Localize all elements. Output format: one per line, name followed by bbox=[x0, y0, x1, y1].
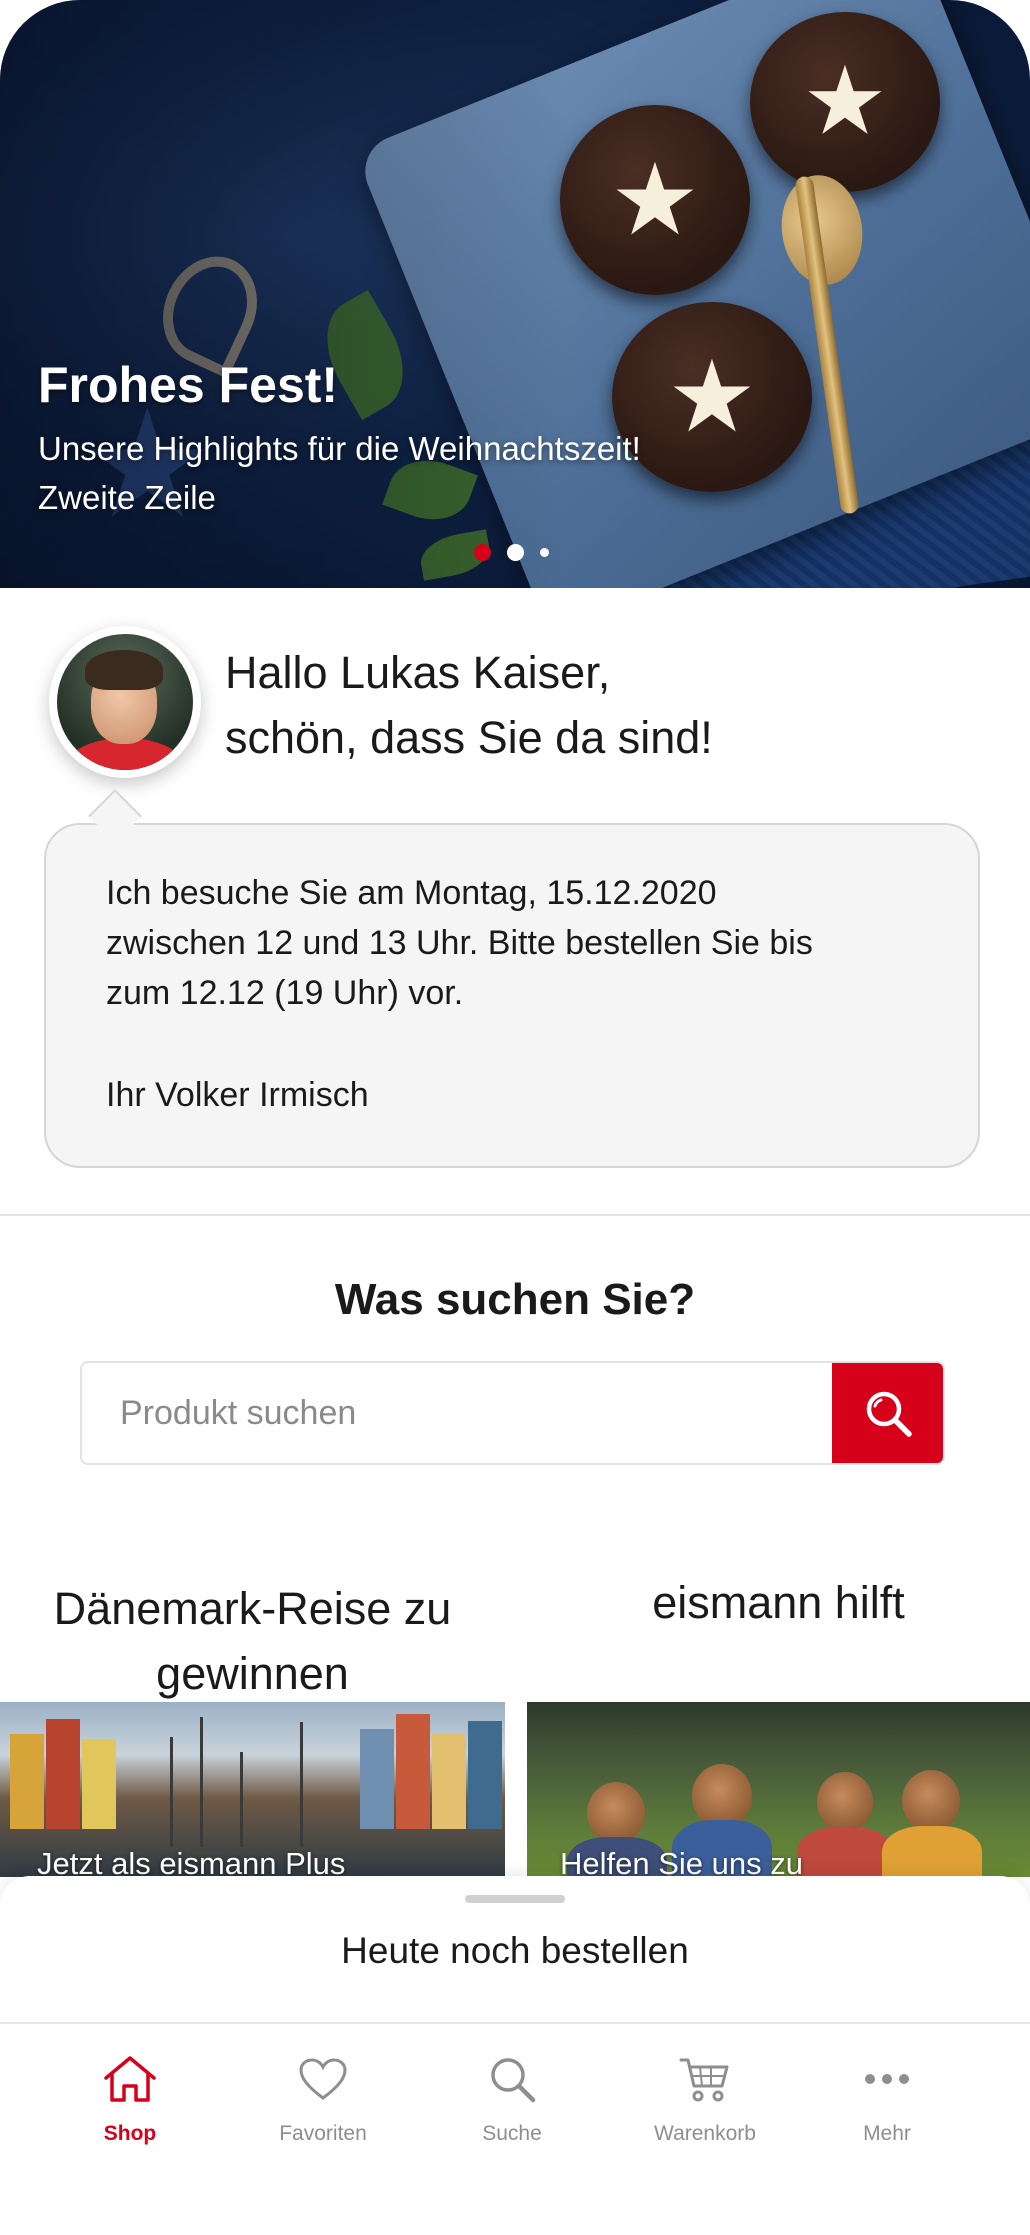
greeting-line2: schön, dass Sie da sind! bbox=[225, 712, 713, 763]
order-today-button[interactable]: Heute noch bestellen bbox=[0, 1930, 1030, 1972]
avatar-hair bbox=[85, 650, 163, 690]
child-shape bbox=[882, 1826, 982, 1877]
hero-title: Frohes Fest! bbox=[38, 357, 339, 413]
tab-shop[interactable]: Shop bbox=[55, 2054, 205, 2146]
tab-favorites[interactable]: Favoriten bbox=[248, 2054, 398, 2146]
message-line3: zum 12.12 (19 Uhr) vor. bbox=[106, 974, 464, 1012]
tab-shop-label: Shop bbox=[103, 2122, 157, 2145]
boat-mast bbox=[170, 1737, 173, 1847]
promo-title-help[interactable]: eismann hilft bbox=[527, 1570, 1030, 1635]
home-icon bbox=[104, 2056, 156, 2102]
message-line2: zwischen 12 und 13 Uhr. Bitte bestellen … bbox=[106, 924, 813, 962]
promo-title-travel[interactable]: Dänemark-Reise zu gewinnen bbox=[0, 1576, 505, 1706]
promo-title-travel-line1: Dänemark-Reise zu bbox=[53, 1583, 452, 1634]
sheet-drag-handle[interactable] bbox=[465, 1895, 565, 1903]
avatar-photo bbox=[57, 634, 193, 770]
heart-icon bbox=[299, 2058, 347, 2100]
tab-search-label: Suche bbox=[482, 2122, 542, 2145]
house-shape bbox=[396, 1714, 430, 1829]
carousel-dot[interactable] bbox=[507, 543, 524, 561]
search-button[interactable] bbox=[832, 1363, 943, 1463]
child-shape bbox=[797, 1827, 893, 1877]
house-shape bbox=[360, 1729, 394, 1829]
search-icon bbox=[866, 1391, 912, 1437]
house-shape bbox=[46, 1719, 80, 1829]
promo-title-travel-line2: gewinnen bbox=[156, 1648, 349, 1699]
avatar bbox=[49, 626, 201, 778]
boat-mast bbox=[240, 1752, 243, 1847]
tab-cart-label: Warenkorb bbox=[654, 2122, 756, 2145]
tab-more-label: Mehr bbox=[863, 2122, 911, 2145]
boat-mast bbox=[300, 1722, 303, 1847]
house-shape bbox=[82, 1739, 116, 1829]
tab-favorites-label: Favoriten bbox=[279, 2122, 367, 2145]
tab-bar: Shop Favoriten Suche Warenkorb Mehr bbox=[0, 2024, 1030, 2164]
carousel-indicator[interactable] bbox=[474, 542, 549, 562]
carousel-dot-active[interactable] bbox=[474, 543, 491, 561]
search-box bbox=[80, 1361, 945, 1465]
hero-subtitle: Unsere Highlights für die Weihnachtszeit… bbox=[38, 430, 641, 467]
more-icon bbox=[865, 2074, 909, 2084]
hero-subtitle-line2: Zweite Zeile bbox=[38, 479, 216, 516]
hero-banner[interactable]: ★ ★ ★ ★ Frohes Fest! Unsere Highlights f… bbox=[0, 0, 1030, 588]
house-shape bbox=[468, 1721, 502, 1829]
boat-mast bbox=[200, 1717, 203, 1847]
tab-more[interactable]: Mehr bbox=[812, 2054, 962, 2146]
section-divider bbox=[0, 1214, 1030, 1216]
child-shape bbox=[692, 1764, 752, 1828]
carousel-dot[interactable] bbox=[540, 547, 549, 557]
tab-cart[interactable]: Warenkorb bbox=[630, 2054, 780, 2146]
house-shape bbox=[432, 1734, 466, 1829]
greeting-line1: Hallo Lukas Kaiser, bbox=[225, 647, 611, 698]
child-shape bbox=[902, 1770, 960, 1832]
child-shape bbox=[587, 1782, 645, 1844]
tab-search[interactable]: Suche bbox=[437, 2054, 587, 2146]
message-text: Ich besuche Sie am Montag, 15.12.2020 zw… bbox=[106, 868, 813, 1018]
message-signature: Ihr Volker Irmisch bbox=[106, 1076, 369, 1114]
message-line1: Ich besuche Sie am Montag, 15.12.2020 bbox=[106, 874, 717, 912]
search-title: Was suchen Sie? bbox=[334, 1275, 696, 1324]
search-icon bbox=[491, 2058, 536, 2103]
search-input[interactable] bbox=[82, 1363, 834, 1463]
child-shape bbox=[817, 1772, 873, 1832]
cart-icon bbox=[679, 2058, 729, 2102]
greeting-text: Hallo Lukas Kaiser, schön, dass Sie da s… bbox=[225, 640, 713, 770]
house-shape bbox=[10, 1734, 44, 1829]
